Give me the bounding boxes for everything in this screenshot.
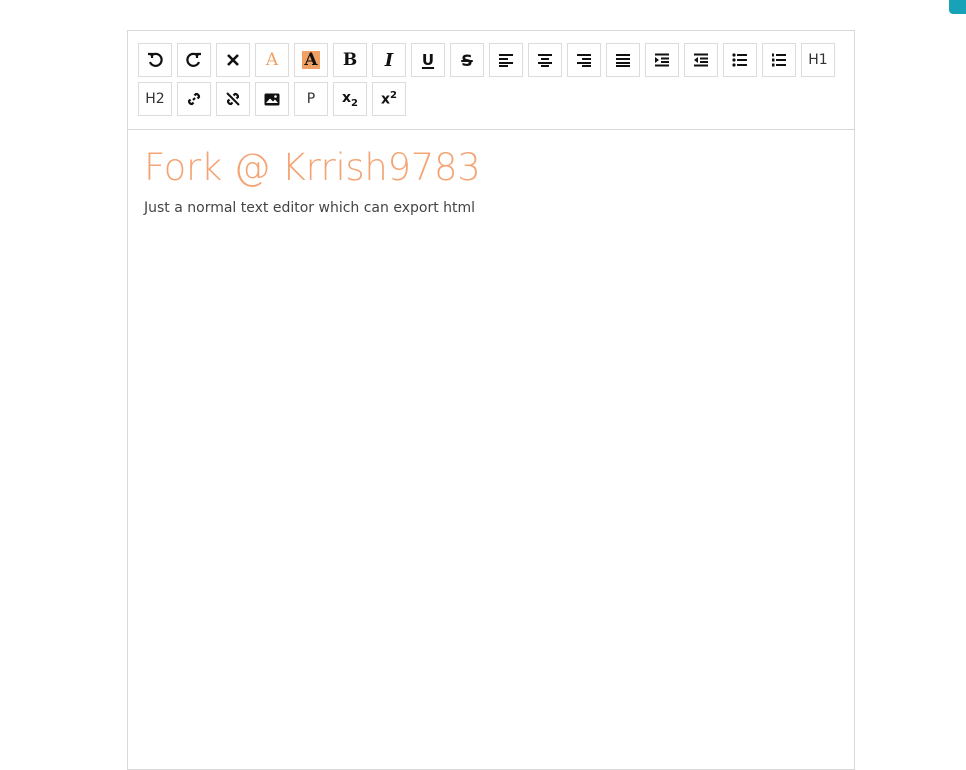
align-justify-button[interactable]	[606, 43, 640, 77]
italic-button[interactable]: I	[372, 43, 406, 77]
outdent-button[interactable]	[684, 43, 718, 77]
unordered-list-button[interactable]	[723, 43, 757, 77]
subscript-icon: x2	[342, 89, 358, 109]
align-right-icon	[577, 54, 591, 67]
align-center-button[interactable]	[528, 43, 562, 77]
indent-icon	[655, 53, 669, 67]
font-color-icon: A	[265, 50, 279, 70]
heading1-label: H1	[808, 52, 828, 68]
indent-button[interactable]	[645, 43, 679, 77]
link-button[interactable]	[177, 82, 211, 116]
paragraph-button[interactable]: P	[294, 82, 328, 116]
unlink-button[interactable]	[216, 82, 250, 116]
superscript-button[interactable]: x2	[372, 82, 406, 116]
editor-content[interactable]: Fork @ Krrish9783 Just a normal text edi…	[128, 130, 854, 230]
heading2-label: H2	[145, 91, 165, 107]
paragraph-label: P	[306, 91, 316, 107]
align-left-button[interactable]	[489, 43, 523, 77]
redo-button[interactable]	[177, 43, 211, 77]
text-editor: A A B I U S H1 H2 P x2 x2 Fork @ Krrish9…	[127, 30, 855, 770]
align-justify-icon	[616, 54, 630, 67]
outdent-icon	[694, 53, 708, 67]
undo-icon	[148, 52, 163, 67]
align-center-icon	[538, 54, 552, 67]
underline-icon: U	[421, 51, 435, 69]
font-color-button[interactable]: A	[255, 43, 289, 77]
editor-toolbar: A A B I U S H1 H2 P x2 x2	[128, 31, 854, 130]
background-color-button[interactable]: A	[294, 43, 328, 77]
image-icon	[264, 93, 280, 105]
align-left-icon	[499, 54, 513, 67]
italic-icon: I	[384, 49, 394, 71]
unlink-icon	[226, 92, 240, 106]
superscript-icon: x2	[381, 90, 397, 108]
subscript-button[interactable]: x2	[333, 82, 367, 116]
undo-button[interactable]	[138, 43, 172, 77]
background-color-icon: A	[302, 50, 320, 70]
document-paragraph[interactable]: Just a normal text editor which can expo…	[144, 200, 838, 216]
image-button[interactable]	[255, 82, 289, 116]
ordered-list-button[interactable]	[762, 43, 796, 77]
bold-icon: B	[342, 50, 358, 70]
strikethrough-button[interactable]: S	[450, 43, 484, 77]
unordered-list-icon	[732, 53, 747, 67]
align-right-button[interactable]	[567, 43, 601, 77]
heading1-button[interactable]: H1	[801, 43, 835, 77]
document-heading[interactable]: Fork @ Krrish9783	[144, 144, 838, 192]
corner-tab[interactable]	[949, 0, 966, 14]
underline-button[interactable]: U	[411, 43, 445, 77]
redo-icon	[186, 52, 201, 67]
strikethrough-icon: S	[461, 50, 473, 70]
link-icon	[187, 92, 201, 106]
remove-format-icon	[227, 54, 239, 66]
remove-format-button[interactable]	[216, 43, 250, 77]
bold-button[interactable]: B	[333, 43, 367, 77]
ordered-list-icon	[772, 53, 786, 67]
heading2-button[interactable]: H2	[138, 82, 172, 116]
